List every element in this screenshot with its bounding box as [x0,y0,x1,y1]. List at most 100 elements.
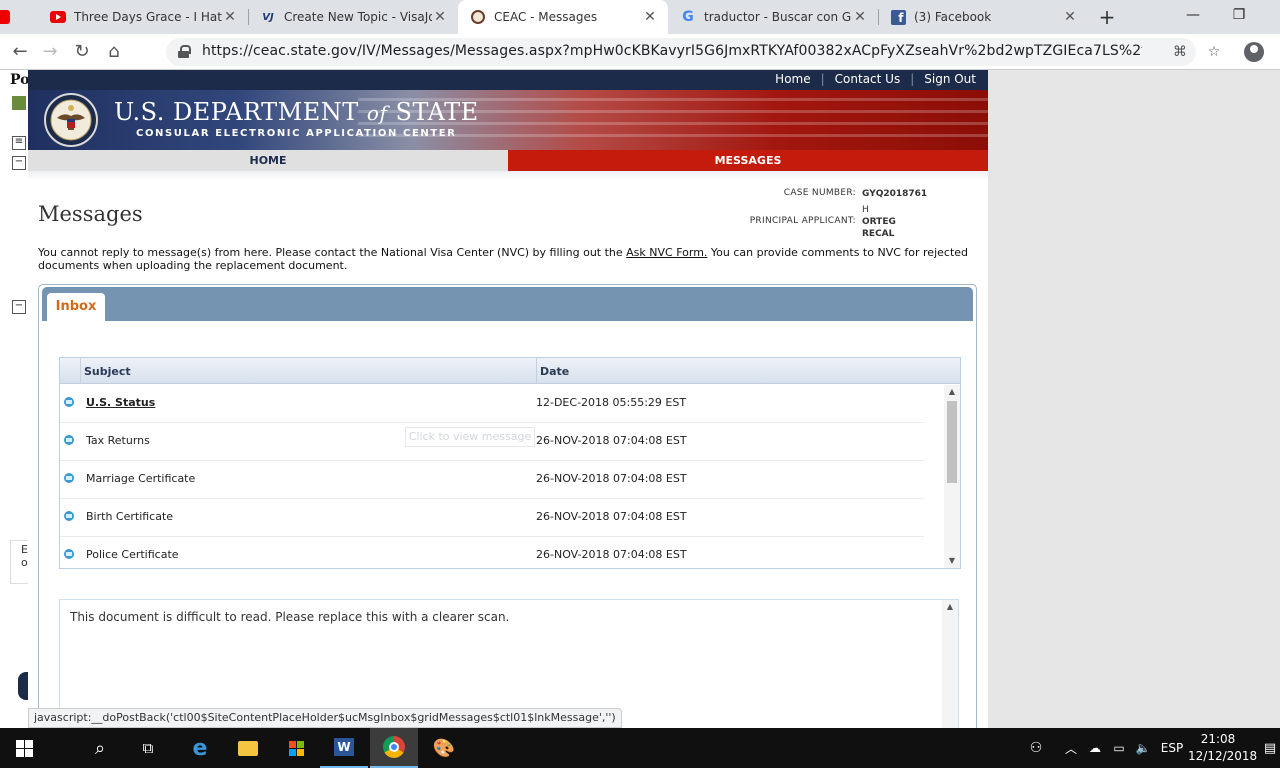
close-icon[interactable]: ✕ [852,9,868,25]
edge-icon[interactable]: e [176,728,224,768]
agency-title-state: STATE [387,98,479,126]
pinned-tab-edge[interactable] [0,0,10,34]
envelope-icon [64,511,74,521]
grid-header-icon-column [60,358,81,384]
browser-tab-youtube[interactable]: Three Days Grace - I Hate E ✕ [38,0,248,34]
minimize-button[interactable]: — [1170,0,1216,30]
tab-inbox[interactable]: Inbox [47,293,105,322]
new-tab-button[interactable]: + [1096,5,1118,29]
paint-icon[interactable]: 🎨 [420,728,468,768]
notifications-icon[interactable]: ▤ [1260,728,1280,768]
ask-nvc-form-link[interactable]: Ask NVC Form. [626,246,707,259]
nav-tab-messages[interactable]: MESSAGES [508,150,988,171]
url-text[interactable]: https://ceac.state.gov/IV/Messages/Messa… [202,43,1142,59]
grid-scrollbar[interactable]: ▲ ▼ [944,385,960,568]
browser-tab-facebook[interactable]: f (3) Facebook ✕ [878,0,1088,34]
main-navigation: HOME MESSAGES [28,150,988,171]
task-view-icon[interactable]: ⧉ [124,728,172,768]
scroll-down-icon[interactable]: ▼ [944,554,960,568]
message-subject-link[interactable]: Marriage Certificate [86,472,195,485]
notice-text-part: You cannot reply to message(s) from here… [38,246,627,259]
applicant-line: H [862,205,869,215]
browser-tab-google[interactable]: G traductor - Buscar con Goo ✕ [668,0,878,34]
agency-title-text: U.S. DEPARTMENT [114,98,367,126]
table-row[interactable]: Birth Certificate 26-NOV-2018 07:04:08 E… [60,499,924,537]
department-seal-icon [44,93,98,147]
word-icon[interactable]: W [320,728,368,768]
home-button[interactable]: ⌂ [102,40,126,64]
google-icon: G [682,9,694,25]
lock-icon[interactable] [178,45,191,58]
reload-button[interactable]: ↻ [70,40,94,64]
messages-grid: Subject Date U.S. Status 12-DEC-2018 05:… [59,357,961,569]
message-subject-link[interactable]: Police Certificate [86,548,179,561]
case-info: CASE NUMBER: GYQ2018761 PRINCIPAL APPLIC… [728,188,928,244]
bookmark-star-icon[interactable]: ☆ [1204,42,1224,62]
table-row[interactable]: Police Certificate 26-NOV-2018 07:04:08 … [60,537,924,568]
close-icon[interactable]: ✕ [432,9,448,25]
scroll-up-icon[interactable]: ▲ [944,385,960,399]
search-icon[interactable]: ⌕ [76,728,124,768]
grid-header: Subject Date [60,358,960,384]
browser-tab-ceac[interactable]: CEAC - Messages ✕ [458,0,668,34]
nav-tab-home[interactable]: HOME [28,150,508,171]
start-button[interactable] [0,728,48,768]
profile-avatar-icon[interactable] [1244,42,1264,62]
tray-chevron-icon[interactable]: ︿ [1060,728,1082,768]
message-date: 26-NOV-2018 07:04:08 EST [536,510,687,523]
principal-applicant-value: H ORTEG RECAL [862,204,896,240]
translate-icon[interactable]: ⌘ [1170,42,1190,62]
forward-button[interactable]: → [38,40,62,64]
language-indicator[interactable]: ESP [1158,728,1186,768]
system-clock[interactable]: 21:08 12/12/2018 [1188,731,1258,765]
close-icon[interactable]: ✕ [642,9,658,25]
message-subject-link[interactable]: Birth Certificate [86,510,173,523]
notice-text: You cannot reply to message(s) from here… [38,246,968,272]
state-seal-icon [470,9,486,25]
browser-tab-visajourney[interactable]: VJ Create New Topic - VisaJou ✕ [248,0,458,34]
message-subject-link[interactable]: Tax Returns [86,434,150,447]
home-link[interactable]: Home [775,72,810,86]
link-separator: | [910,72,915,86]
file-explorer-icon[interactable] [224,728,272,768]
column-header-subject[interactable]: Subject [84,365,131,378]
message-date: 26-NOV-2018 07:04:08 EST [536,548,687,561]
onedrive-icon[interactable]: ☁ [1084,728,1106,768]
column-header-date[interactable]: Date [540,365,569,378]
people-icon[interactable]: ⚇ [1022,728,1050,768]
applicant-line: RECAL [862,229,895,239]
chrome-icon[interactable] [370,728,418,768]
table-row[interactable]: U.S. Status 12-DEC-2018 05:55:29 EST [60,385,924,423]
store-icon[interactable] [272,728,320,768]
scroll-up-icon[interactable]: ▲ [942,600,958,614]
underlying-text: Po [10,72,30,88]
sign-out-link[interactable]: Sign Out [924,72,976,86]
contact-us-link[interactable]: Contact Us [835,72,901,86]
collapse-icon[interactable]: − [12,300,26,314]
restore-button[interactable]: ❐ [1216,0,1262,30]
collapse-icon[interactable]: − [12,156,26,170]
grid-body: U.S. Status 12-DEC-2018 05:55:29 EST Tax… [60,385,944,568]
message-scrollbar[interactable]: ▲ [942,600,958,728]
close-icon[interactable]: ✕ [1062,9,1078,25]
clock-date: 12/12/2018 [1188,749,1258,763]
table-row[interactable]: Marriage Certificate 26-NOV-2018 07:04:0… [60,461,924,499]
battery-icon[interactable]: ▭ [1108,728,1130,768]
scrollbar-thumb[interactable] [947,401,957,483]
message-subject-link[interactable]: U.S. Status [86,396,155,409]
document-icon: ≡ [12,136,26,150]
principal-applicant-label: PRINCIPAL APPLICANT: [749,216,856,226]
volume-icon[interactable]: 🔈 [1132,728,1154,768]
back-button[interactable]: ← [8,40,32,64]
envelope-icon [64,435,74,445]
page-background-gutter [988,70,1280,728]
facebook-icon: f [890,9,906,25]
address-bar[interactable]: https://ceac.state.gov/IV/Messages/Messa… [166,38,1196,66]
envelope-icon [64,397,74,407]
underlying-page-strip: Po ≡ − − E o [0,70,30,728]
tab-title: Create New Topic - VisaJou [284,10,432,24]
youtube-icon [50,9,66,25]
close-icon[interactable]: ✕ [222,9,238,25]
page-viewport: Po ≡ − − E o Home | Contact Us | Sign Ou… [0,70,1280,728]
agency-title-of: of [366,101,388,125]
